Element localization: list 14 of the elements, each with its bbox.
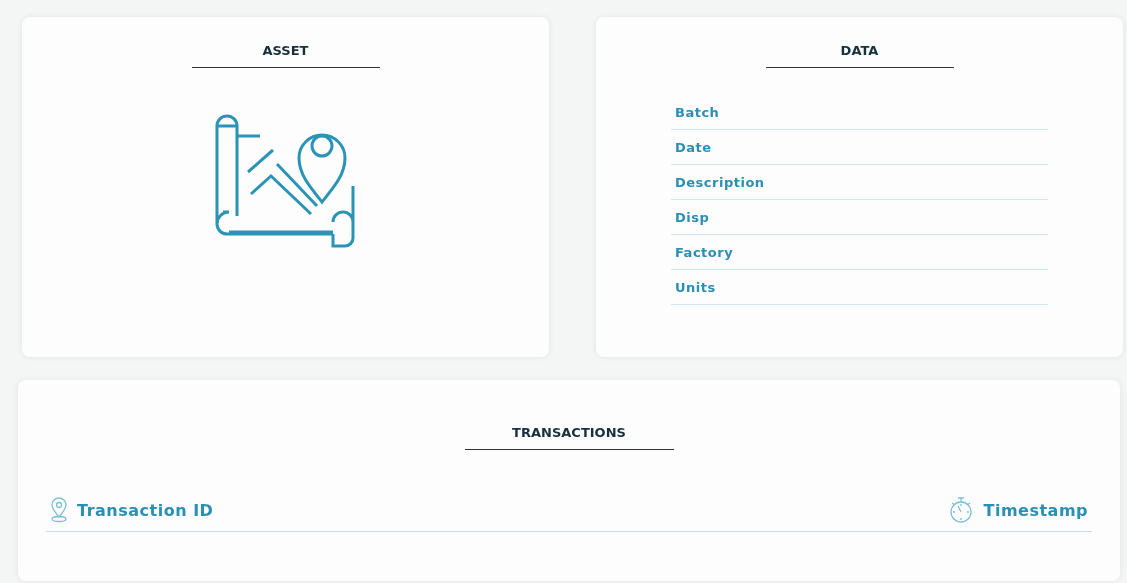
field-label: Factory — [671, 235, 1048, 270]
field-label: Disp — [671, 200, 1048, 235]
field-label: Date — [671, 130, 1048, 165]
column-header: Transaction ID — [77, 500, 214, 520]
location-pin-icon — [50, 497, 68, 523]
map-pin-icon — [214, 114, 357, 248]
field-label: Description — [671, 165, 1048, 200]
card-title: ASSET — [191, 43, 380, 68]
card-title: TRANSACTIONS — [464, 425, 674, 450]
column-header: Timestamp — [983, 500, 1088, 520]
field-label: Units — [671, 270, 1048, 305]
field-label: Batch — [671, 95, 1048, 130]
card-title: DATA — [765, 43, 954, 68]
stopwatch-icon — [948, 496, 975, 524]
